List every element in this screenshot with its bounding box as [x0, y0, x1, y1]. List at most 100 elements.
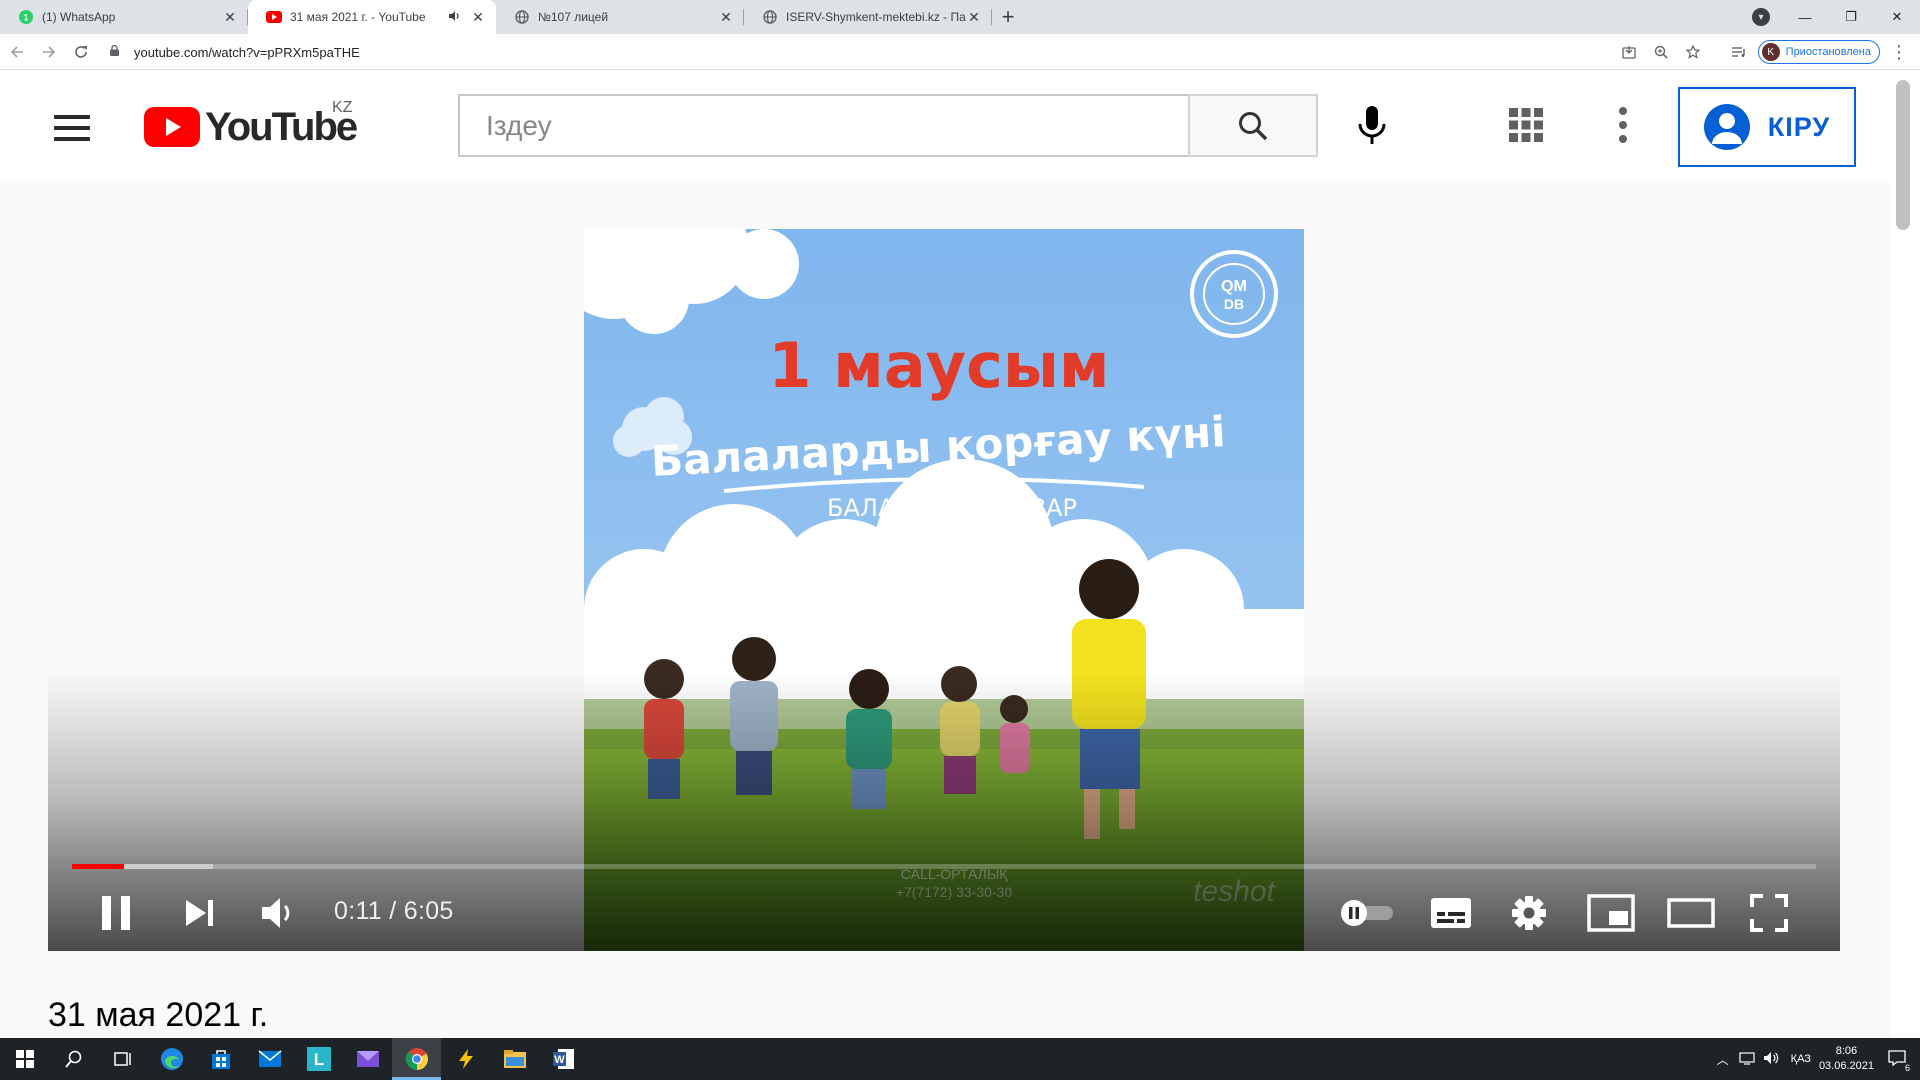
window-controls: — ❐ ✕ — [1782, 0, 1920, 34]
globe-icon — [514, 9, 530, 25]
tab-youtube[interactable]: 31 мая 2021 г. - YouTube ✕ — [248, 0, 496, 34]
region-code: KZ — [332, 99, 353, 116]
notification-icon[interactable]: 6 — [1888, 1049, 1912, 1073]
user-circle-icon — [1703, 104, 1750, 150]
duration: 6:05 — [403, 897, 454, 925]
back-icon[interactable] — [2, 37, 32, 67]
youtube-logo[interactable]: YouTube KZ — [144, 99, 358, 149]
browser-tab-strip: 1 (1) WhatsApp ✕ 31 мая 2021 г. - YouTub… — [0, 0, 1920, 34]
lightning-app-icon[interactable] — [441, 1038, 490, 1080]
mail-icon[interactable] — [245, 1038, 294, 1080]
scrollbar-thumb[interactable] — [1896, 80, 1910, 230]
store-icon[interactable] — [196, 1038, 245, 1080]
menu-icon[interactable] — [54, 115, 90, 141]
clock[interactable]: 8:06 03.06.2021 — [1819, 1044, 1874, 1074]
close-icon[interactable]: ✕ — [470, 9, 486, 25]
volume-icon — [262, 898, 290, 928]
zoom-icon[interactable] — [1648, 39, 1674, 65]
task-view-icon[interactable] — [98, 1038, 147, 1080]
miniplayer-icon — [1587, 894, 1635, 932]
browser-toolbar: youtube.com/watch?v=pPRXm5paTHE K Приост… — [0, 34, 1920, 70]
video-title: 31 мая 2021 г. — [48, 996, 269, 1034]
theater-icon — [1667, 898, 1715, 928]
media-control-icon[interactable] — [1726, 39, 1752, 65]
file-explorer-icon[interactable] — [490, 1038, 539, 1080]
avatar: K — [1761, 43, 1780, 61]
lock-icon[interactable] — [110, 44, 124, 59]
captions-icon — [1431, 898, 1471, 928]
search-icon[interactable] — [49, 1038, 98, 1080]
controls-gradient — [48, 671, 1840, 951]
miniplayer-button[interactable] — [1586, 893, 1636, 933]
svg-text:1 маусым: 1 маусым — [768, 329, 1109, 402]
forward-icon[interactable] — [34, 37, 64, 67]
word-icon[interactable]: W — [539, 1038, 588, 1080]
apps-grid-icon[interactable] — [1508, 107, 1544, 143]
subtitles-button[interactable] — [1428, 893, 1474, 933]
restore-button[interactable]: ❐ — [1828, 0, 1874, 34]
speaker-icon[interactable] — [448, 10, 464, 25]
sign-in-label: КІРУ — [1767, 111, 1831, 142]
windows-start-icon[interactable] — [0, 1038, 49, 1080]
install-icon[interactable] — [1616, 39, 1642, 65]
close-icon[interactable]: ✕ — [966, 9, 982, 25]
sign-in-button[interactable]: КІРУ — [1678, 87, 1856, 167]
close-window-button[interactable]: ✕ — [1874, 0, 1920, 34]
notification-count: 6 — [1902, 1062, 1912, 1073]
svg-text:БАЛАЛЫ ҮЙ - БАЗАР: БАЛАЛЫ ҮЙ - БАЗАР — [827, 493, 1077, 522]
search-button[interactable] — [1188, 94, 1318, 157]
played-bar — [72, 864, 125, 869]
chrome-icon[interactable] — [392, 1038, 441, 1080]
gear-icon — [1512, 896, 1546, 930]
settings-menu-icon[interactable] — [1616, 107, 1630, 143]
progress-bar[interactable] — [72, 864, 1816, 869]
youtube-header: YouTube KZ Іздеу КІРУ — [0, 71, 1890, 183]
autoplay-toggle[interactable] — [1338, 897, 1398, 929]
search-icon — [1239, 111, 1268, 140]
reload-icon[interactable] — [66, 37, 96, 67]
volume-tray-icon[interactable] — [1763, 1051, 1779, 1068]
launcher-l-icon[interactable]: L — [294, 1038, 343, 1080]
tab-title: №107 лицей — [538, 10, 609, 24]
close-icon[interactable]: ✕ — [222, 9, 238, 25]
address-bar[interactable]: youtube.com/watch?v=pPRXm5paTHE — [110, 38, 1610, 66]
network-icon[interactable] — [1739, 1051, 1755, 1068]
fullscreen-button[interactable] — [1748, 893, 1790, 933]
skip-next-icon — [186, 900, 213, 926]
bookmark-star-icon[interactable] — [1680, 39, 1706, 65]
pause-button[interactable] — [96, 890, 136, 936]
next-button[interactable] — [180, 893, 220, 933]
tab-title: (1) WhatsApp — [42, 10, 116, 24]
svg-text:QM: QM — [1221, 278, 1247, 295]
current-time: 0:11 — [334, 897, 383, 925]
youtube-play-icon — [144, 107, 200, 147]
edge-icon[interactable] — [147, 1038, 196, 1080]
minimize-button[interactable]: — — [1782, 0, 1828, 34]
video-player[interactable]: QM DB 1 маусым Балаларды қорғау күні БАЛ… — [48, 229, 1840, 951]
windows-taskbar: L W ︿ ҚАЗ 8:06 03.06.2021 6 — [0, 1038, 1920, 1080]
globe-icon — [762, 9, 778, 25]
mute-button[interactable] — [258, 893, 298, 933]
microphone-icon[interactable] — [1348, 101, 1396, 149]
theater-mode-button[interactable] — [1666, 893, 1716, 933]
profile-button[interactable]: K Приостановлена — [1757, 40, 1880, 64]
search-input[interactable]: Іздеу — [458, 94, 1188, 157]
url-text: youtube.com/watch?v=pPRXm5paTHE — [134, 44, 360, 60]
chrome-menu-icon[interactable]: ⋮ — [1886, 39, 1912, 65]
tab-search-icon[interactable]: ▾ — [1752, 8, 1770, 26]
svg-text:1: 1 — [23, 13, 28, 23]
new-tab-button[interactable]: + — [992, 0, 1024, 34]
svg-text:DB: DB — [1224, 296, 1244, 312]
email-client-icon[interactable] — [343, 1038, 392, 1080]
tab-iserv[interactable]: ISERV-Shymkent-mektebi.kz - Па ✕ — [744, 0, 992, 34]
tab-whatsapp[interactable]: 1 (1) WhatsApp ✕ — [0, 0, 248, 34]
input-language[interactable]: ҚАЗ — [1791, 1053, 1811, 1065]
tab-title: 31 мая 2021 г. - YouTube — [290, 10, 426, 24]
clock-time: 8:06 — [1835, 1045, 1858, 1057]
close-icon[interactable]: ✕ — [718, 9, 734, 25]
settings-button[interactable] — [1508, 893, 1550, 933]
system-tray: ︿ ҚАЗ 8:06 03.06.2021 6 — [1717, 1038, 1920, 1080]
tab-title: ISERV-Shymkent-mektebi.kz - Па — [786, 10, 966, 24]
tab-lyceum[interactable]: №107 лицей ✕ — [496, 0, 744, 34]
chevron-up-icon[interactable]: ︿ — [1717, 1051, 1729, 1068]
